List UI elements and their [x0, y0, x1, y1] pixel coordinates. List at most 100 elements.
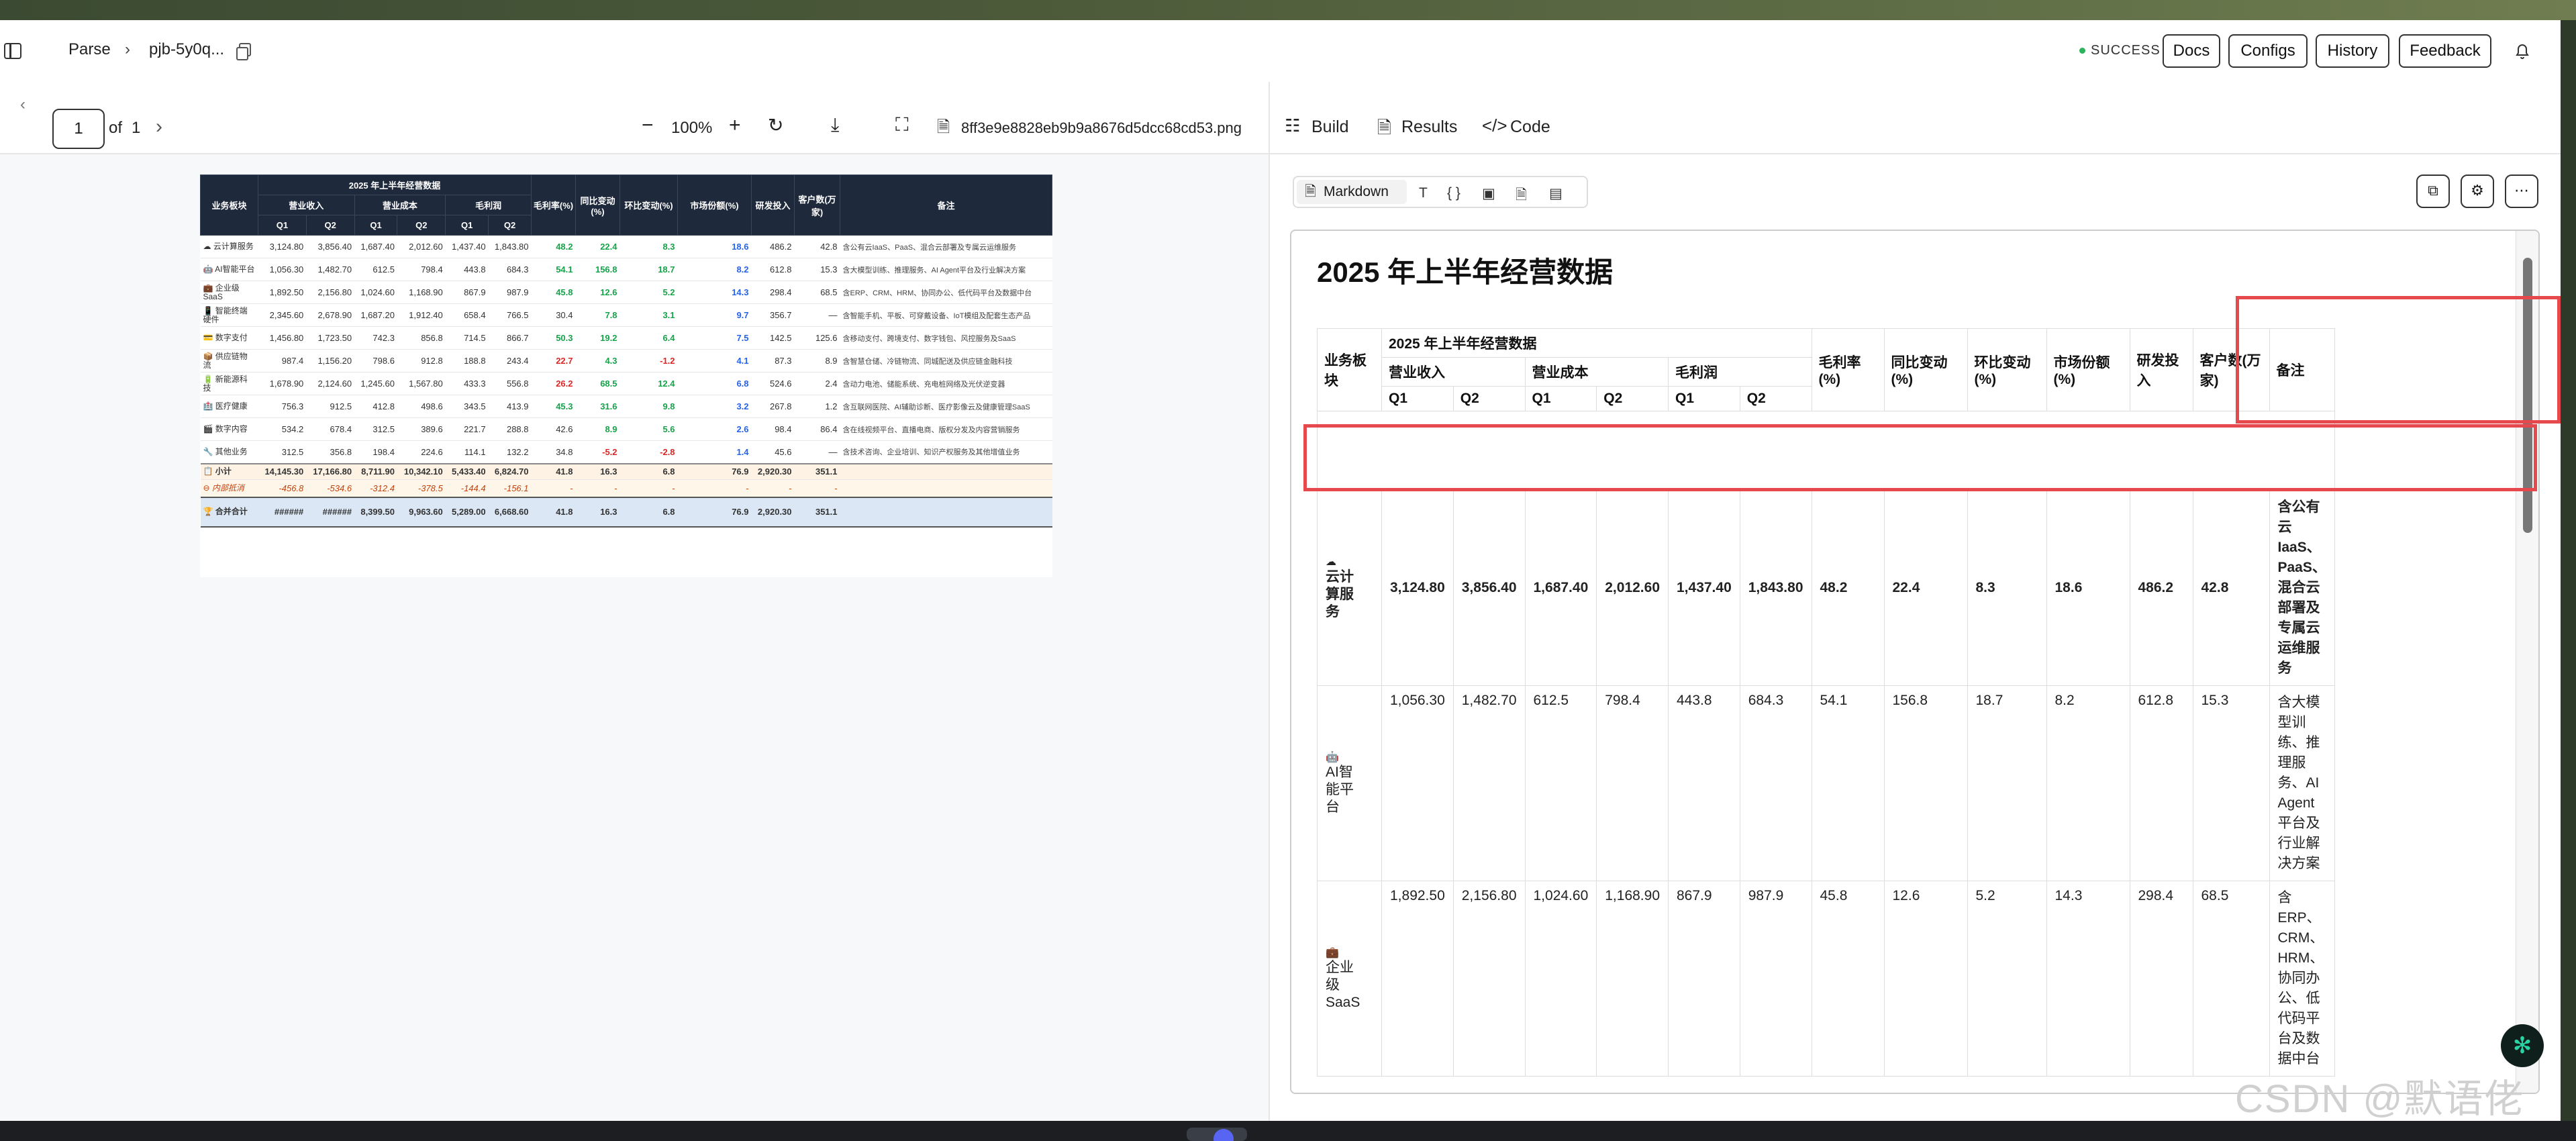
doc-cell-note — [840, 462, 1052, 480]
doc-cell: 1,482.70 — [306, 258, 355, 281]
zoom-in-icon[interactable]: + — [729, 114, 741, 137]
doc-cell: 987.4 — [258, 349, 307, 373]
doc-cell-note: 含公有云IaaS、PaaS、混合云部署及专属云运维服务 — [840, 235, 1052, 258]
doc-cell: 389.6 — [397, 417, 446, 441]
md-h-q: Q1 — [1668, 386, 1740, 411]
doc-cell: 714.5 — [445, 326, 489, 350]
text-format-icon[interactable]: T — [1419, 185, 1428, 201]
page-number-input[interactable]: 1 — [52, 109, 105, 149]
doc-cell: 86.4 — [794, 417, 840, 441]
doc-cell: 612.8 — [751, 258, 795, 281]
markdown-button[interactable]: 🗎 Markdown — [1297, 180, 1407, 204]
desktop-right-strip — [2561, 20, 2576, 1121]
doc-cell: 798.4 — [397, 258, 446, 281]
chevron-right-icon: › — [125, 40, 130, 58]
sidebar-toggle-icon[interactable] — [4, 43, 21, 59]
results-tab-icon: 🗎 — [1377, 117, 1391, 138]
docs-button[interactable]: Docs — [2163, 34, 2220, 68]
doc-cell: 9.8 — [620, 395, 678, 418]
doc-cell: 16.3 — [575, 462, 620, 480]
doc-cell: 1,168.90 — [397, 281, 446, 304]
app-header: Parse › pjb-5y0q... SUCCESS Docs Configs… — [0, 20, 2561, 82]
doc-cell: 1,567.80 — [397, 372, 446, 395]
doc-cell: 413.9 — [488, 395, 532, 418]
doc-format-icon[interactable]: 🗎 — [1516, 185, 1527, 209]
assistant-fab-icon[interactable]: ✻ — [2501, 1024, 2544, 1067]
tab-code[interactable]: Code — [1510, 117, 1550, 137]
doc-cell: 684.3 — [488, 258, 532, 281]
doc-cell-name: 🏥 医疗健康 — [200, 395, 258, 418]
sheet-format-icon[interactable]: ▤ — [1549, 185, 1563, 202]
doc-cell: 866.7 — [488, 326, 532, 350]
doc-cell: 1.4 — [677, 440, 752, 464]
copy-result-icon[interactable]: ⧉ — [2416, 175, 2450, 208]
doc-cell: 76.9 — [677, 496, 752, 528]
md-cell-name: 💼 企业级SaaS — [1317, 881, 1382, 1077]
doc-cell: 678.4 — [306, 417, 355, 441]
zoom-out-icon[interactable]: − — [642, 114, 654, 137]
doc-cell: — — [794, 440, 840, 464]
copy-icon[interactable] — [236, 43, 251, 60]
fullscreen-icon[interactable]: ⛶ — [895, 114, 909, 136]
image-format-icon[interactable]: ▣ — [1482, 185, 1495, 202]
taskbar-app-icon[interactable] — [1187, 1128, 1247, 1141]
doc-cell: -378.5 — [397, 479, 446, 497]
doc-cell-name: 🔋 新能源科技 — [200, 372, 258, 395]
doc-cell-name: 📱 智能终端硬件 — [200, 303, 258, 327]
rotate-icon[interactable]: ↻ — [768, 114, 783, 136]
md-cell: 14.3 — [2046, 881, 2130, 1077]
md-cell: 18.6 — [2046, 490, 2130, 686]
document-preview-pane[interactable]: 业务板块 2025 年上半年经营数据 毛利率(%) 同比变动(%) 环比变动(%… — [0, 154, 1269, 1121]
doc-cell: 10,342.10 — [397, 462, 446, 480]
doc-cell: 987.9 — [488, 281, 532, 304]
tab-results[interactable]: Results — [1401, 117, 1457, 137]
build-tab-icon: ☷ — [1285, 115, 1301, 136]
pane-divider[interactable] — [1269, 82, 1270, 1121]
doc-cell: 30.4 — [531, 303, 576, 327]
breadcrumb-parse[interactable]: Parse — [68, 40, 111, 59]
download-icon[interactable]: ⤓ — [831, 114, 839, 136]
doc-cell: 45.8 — [531, 281, 576, 304]
more-options-icon[interactable]: ⋯ — [2505, 175, 2538, 208]
json-format-icon[interactable]: { } — [1447, 185, 1460, 201]
doc-cell: 14.3 — [677, 281, 752, 304]
doc-cell: 5.2 — [620, 281, 678, 304]
feedback-button[interactable]: Feedback — [2399, 34, 2491, 68]
md-segment-name: AI智能平台 — [1326, 764, 1354, 815]
doc-h-q: Q1 — [445, 215, 489, 236]
md-h-rd: 研发投入 — [2129, 328, 2193, 411]
next-page-icon[interactable]: › — [156, 115, 162, 138]
doc-cell: 8,399.50 — [354, 496, 397, 528]
doc-cell-name: 🏆 合并合计 — [200, 496, 258, 528]
doc-cell: 42.8 — [794, 235, 840, 258]
configs-button[interactable]: Configs — [2228, 34, 2308, 68]
doc-row: ⊖ 内部抵消 -456.8 -534.6 -312.4 -378.5 -144.4 -156… — [200, 479, 1052, 497]
md-h-share: 市场份额(%) — [2046, 328, 2130, 411]
prev-page-icon[interactable]: ‹ — [20, 95, 26, 114]
md-cell: 45.8 — [1811, 881, 1885, 1077]
tab-build[interactable]: Build — [1311, 117, 1349, 137]
md-cell: 298.4 — [2129, 881, 2193, 1077]
md-cell-note: 含ERP、CRM、HRM、协同办公、低代码平台及数据中台 — [2269, 881, 2335, 1077]
md-h-q: Q2 — [1739, 386, 1812, 411]
doc-h-q: Q2 — [488, 215, 532, 236]
doc-cell-name: 🔧 其他业务 — [200, 440, 258, 464]
settings-sliders-icon[interactable]: ⚙ — [2461, 175, 2494, 208]
doc-cell-note — [840, 479, 1052, 497]
doc-cell-note: 含互联网医院、AI辅助诊断、医疗影像云及健康管理SaaS — [840, 395, 1052, 418]
md-cell: 12.6 — [1883, 881, 1968, 1077]
doc-h-revenue: 营业收入 — [258, 195, 355, 215]
history-button[interactable]: History — [2316, 34, 2389, 68]
md-cell: 15.3 — [2192, 685, 2270, 881]
md-h-q: Q1 — [1381, 386, 1454, 411]
md-h-margin: 毛利率(%) — [1811, 328, 1885, 411]
bell-icon[interactable] — [2514, 42, 2530, 60]
segment-icon: 🤖 — [1326, 752, 1339, 763]
md-cell: 1,892.50 — [1381, 881, 1454, 1077]
doc-cell: 742.3 — [354, 326, 397, 350]
doc-cell: 7.5 — [677, 326, 752, 350]
doc-cell: 534.2 — [258, 417, 307, 441]
document-image: 业务板块 2025 年上半年经营数据 毛利率(%) 同比变动(%) 环比变动(%… — [200, 175, 1052, 577]
doc-h-q: Q2 — [397, 215, 446, 236]
doc-cell: 41.8 — [531, 462, 576, 480]
